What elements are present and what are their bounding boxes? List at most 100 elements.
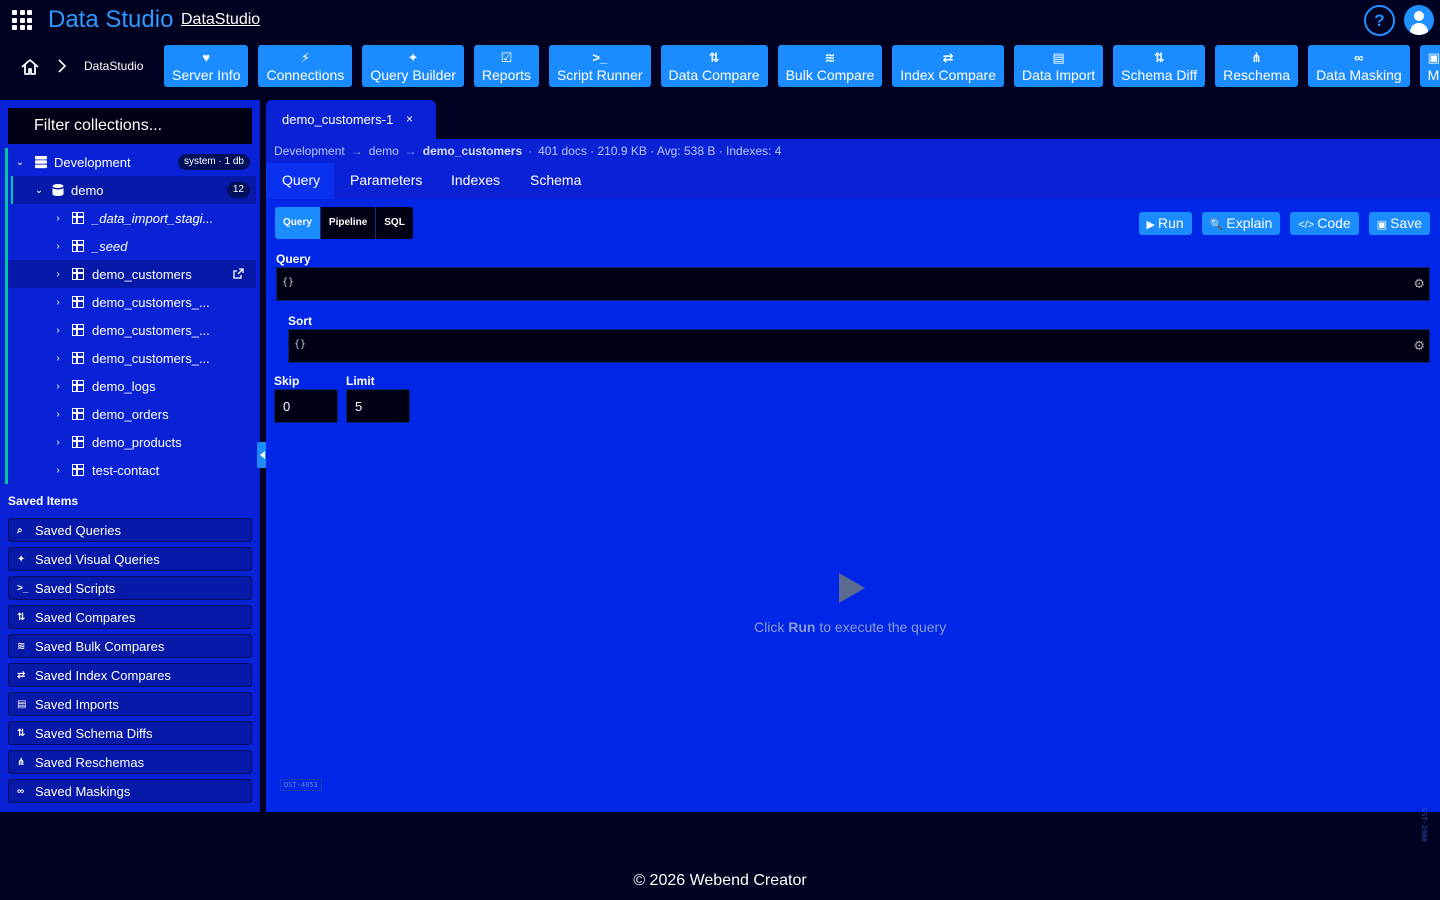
skip-input[interactable]: 0 xyxy=(274,389,338,423)
magic-wand-icon: ✦ xyxy=(407,49,419,65)
breadcrumb-app[interactable]: DataStudio xyxy=(84,59,143,73)
chevron-down-icon[interactable]: ⌄ xyxy=(14,157,26,168)
external-link-icon[interactable] xyxy=(233,268,244,279)
tree-collection-item[interactable]: › demo_customers xyxy=(8,260,256,288)
toolbar-index-compare-button[interactable]: ⇄ Index Compare xyxy=(892,45,1004,87)
tab-parameters[interactable]: Parameters xyxy=(334,163,438,199)
toolbar-query-builder-button[interactable]: ✦ Query Builder xyxy=(362,45,464,87)
tree-collection-item[interactable]: › demo_customers_... xyxy=(8,288,256,316)
run-button[interactable]: ▶ Run xyxy=(1138,212,1192,235)
sub-tabs: Query Parameters Indexes Schema xyxy=(266,163,1440,199)
tree-collection-item[interactable]: › demo_products xyxy=(8,428,256,456)
saved-item-label: Saved Bulk Compares xyxy=(35,638,165,654)
chevron-right-icon[interactable]: › xyxy=(52,269,64,280)
tab-query[interactable]: Query xyxy=(266,163,334,199)
mode-sql-button[interactable]: SQL xyxy=(376,207,413,239)
plug-icon: ⚡ xyxy=(300,49,310,65)
mode-query-button[interactable]: Query xyxy=(275,207,321,239)
tree-collection-item[interactable]: › demo_customers_... xyxy=(8,344,256,372)
chevron-right-icon[interactable]: › xyxy=(52,241,64,252)
saved-item-saved-schema-diffs[interactable]: ⇅ Saved Schema Diffs xyxy=(8,721,252,745)
save-button[interactable]: ▣ Save xyxy=(1368,212,1430,235)
tree-database-demo[interactable]: ⌄ demo 12 xyxy=(11,176,256,204)
help-button[interactable]: ? xyxy=(1364,5,1395,36)
chevron-right-icon[interactable]: › xyxy=(52,297,64,308)
collection-name: demo_customers_... xyxy=(92,350,210,366)
chevron-down-icon[interactable]: ⌄ xyxy=(33,185,45,196)
toolbar-connections-button[interactable]: ⚡ Connections xyxy=(258,45,353,87)
saved-item-label: Saved Imports xyxy=(35,696,119,712)
saved-item-saved-imports[interactable]: ▤ Saved Imports xyxy=(8,692,252,716)
tree-collection-item[interactable]: › _data_import_stagi... xyxy=(8,204,256,232)
tab-indexes[interactable]: Indexes xyxy=(435,163,516,199)
query-editor[interactable]: {} ⚙ xyxy=(276,267,1430,301)
chevron-right-icon[interactable]: › xyxy=(52,353,64,364)
gear-icon[interactable]: ⚙ xyxy=(1413,277,1425,292)
play-icon: ▶ xyxy=(1146,219,1155,231)
toolbar-bulk-compare-button[interactable]: ≋ Bulk Compare xyxy=(777,45,883,87)
breadcrumb-connection[interactable]: Development xyxy=(274,144,345,158)
sort-editor[interactable]: {} ⚙ xyxy=(288,329,1430,363)
save-icon: ▣ xyxy=(1376,219,1388,231)
toolbar: ♥ Server Info ⚡ Connections ✦ Query Builder ☑ R… xyxy=(164,45,1440,87)
empty-state-hint: Click Run to execute the query xyxy=(754,619,947,635)
code-button[interactable]: </> Code xyxy=(1290,212,1359,235)
tree-collection-item[interactable]: › demo_logs xyxy=(8,372,256,400)
diff-icon: ⇅ xyxy=(1153,49,1165,65)
saved-item-saved-bulk-compares[interactable]: ≋ Saved Bulk Compares xyxy=(8,634,252,658)
saved-item-saved-index-compares[interactable]: ⇄ Saved Index Compares xyxy=(8,663,252,687)
collection-breadcrumb: Development → demo → demo_customers · 401 docs… xyxy=(274,144,782,158)
table-icon xyxy=(72,408,84,420)
limit-input[interactable]: 5 xyxy=(346,389,410,423)
tab-demo-customers[interactable]: demo_customers-1 × xyxy=(266,100,436,139)
tree-collection-item[interactable]: › _seed xyxy=(8,232,256,260)
user-avatar-icon[interactable] xyxy=(1404,5,1434,35)
saved-item-saved-maskings[interactable]: ∞ Saved Maskings xyxy=(8,779,252,803)
file-import-icon: ▤ xyxy=(17,698,27,710)
chevron-right-icon[interactable]: › xyxy=(52,437,64,448)
saved-item-saved-queries[interactable]: ⌕ Saved Queries xyxy=(8,518,252,542)
toolbar-script-runner-button[interactable]: >_ Script Runner xyxy=(548,45,651,87)
app-home-link[interactable]: DataStudio xyxy=(181,11,260,29)
toolbar-button-label: Script Runner xyxy=(556,66,643,83)
toolbar-server-info-button[interactable]: ♥ Server Info xyxy=(164,45,249,87)
tab-schema[interactable]: Schema xyxy=(514,163,597,199)
tree-collection-item[interactable]: › demo_customers_... xyxy=(8,316,256,344)
toolbar-button-label: Connections xyxy=(266,66,345,83)
table-icon xyxy=(72,296,84,308)
explain-button[interactable]: 🔍 Explain xyxy=(1201,212,1281,235)
breadcrumb-database[interactable]: demo xyxy=(369,144,399,158)
saved-item-label: Saved Visual Queries xyxy=(35,551,160,567)
saved-item-saved-compares[interactable]: ⇅ Saved Compares xyxy=(8,605,252,629)
collection-name: demo_customers_... xyxy=(92,294,210,310)
home-icon[interactable] xyxy=(20,57,40,77)
tree-collection-item[interactable]: › test-contact xyxy=(8,456,256,484)
toolbar-reschema-button[interactable]: ⋔ Reschema xyxy=(1215,45,1299,87)
close-icon[interactable]: × xyxy=(406,112,413,126)
saved-item-saved-reschemas[interactable]: ⋔ Saved Reschemas xyxy=(8,750,252,774)
apps-grid-icon[interactable] xyxy=(12,10,32,30)
mode-pipeline-button[interactable]: Pipeline xyxy=(321,207,377,239)
toolbar-data-compare-button[interactable]: ⇅ Data Compare xyxy=(660,45,768,87)
database-name: demo xyxy=(71,182,104,198)
arrows-exchange-icon: ⇄ xyxy=(17,669,26,681)
chevron-right-icon[interactable]: › xyxy=(52,381,64,392)
saved-item-label: Saved Scripts xyxy=(35,580,116,596)
saved-item-saved-scripts[interactable]: >_ Saved Scripts xyxy=(8,576,252,600)
toolbar-data-masking-button[interactable]: ∞ Data Masking xyxy=(1308,45,1410,87)
toolbar-data-import-button[interactable]: ▤ Data Import xyxy=(1014,45,1104,87)
chevron-right-icon[interactable]: › xyxy=(52,213,64,224)
toolbar-masking-button[interactable]: ▣Masking xyxy=(1419,45,1440,87)
toolbar-button-label: Server Info xyxy=(172,66,241,83)
toolbar-schema-diff-button[interactable]: ⇅ Schema Diff xyxy=(1113,45,1206,87)
toolbar-reports-button[interactable]: ☑ Reports xyxy=(473,45,539,87)
gear-icon[interactable]: ⚙ xyxy=(1413,339,1425,354)
filter-collections-input[interactable]: Filter collections... xyxy=(8,108,252,144)
chevron-right-icon[interactable]: › xyxy=(52,325,64,336)
chevron-right-icon[interactable]: › xyxy=(52,465,64,476)
tree-collection-item[interactable]: › demo_orders xyxy=(8,400,256,428)
tree-connection-development[interactable]: ⌄ Development system · 1 db xyxy=(8,148,256,176)
saved-item-saved-visual-queries[interactable]: ✦ Saved Visual Queries xyxy=(8,547,252,571)
main-panel: Development → demo → demo_customers · 401 docs… xyxy=(266,139,1440,812)
chevron-right-icon[interactable]: › xyxy=(52,409,64,420)
